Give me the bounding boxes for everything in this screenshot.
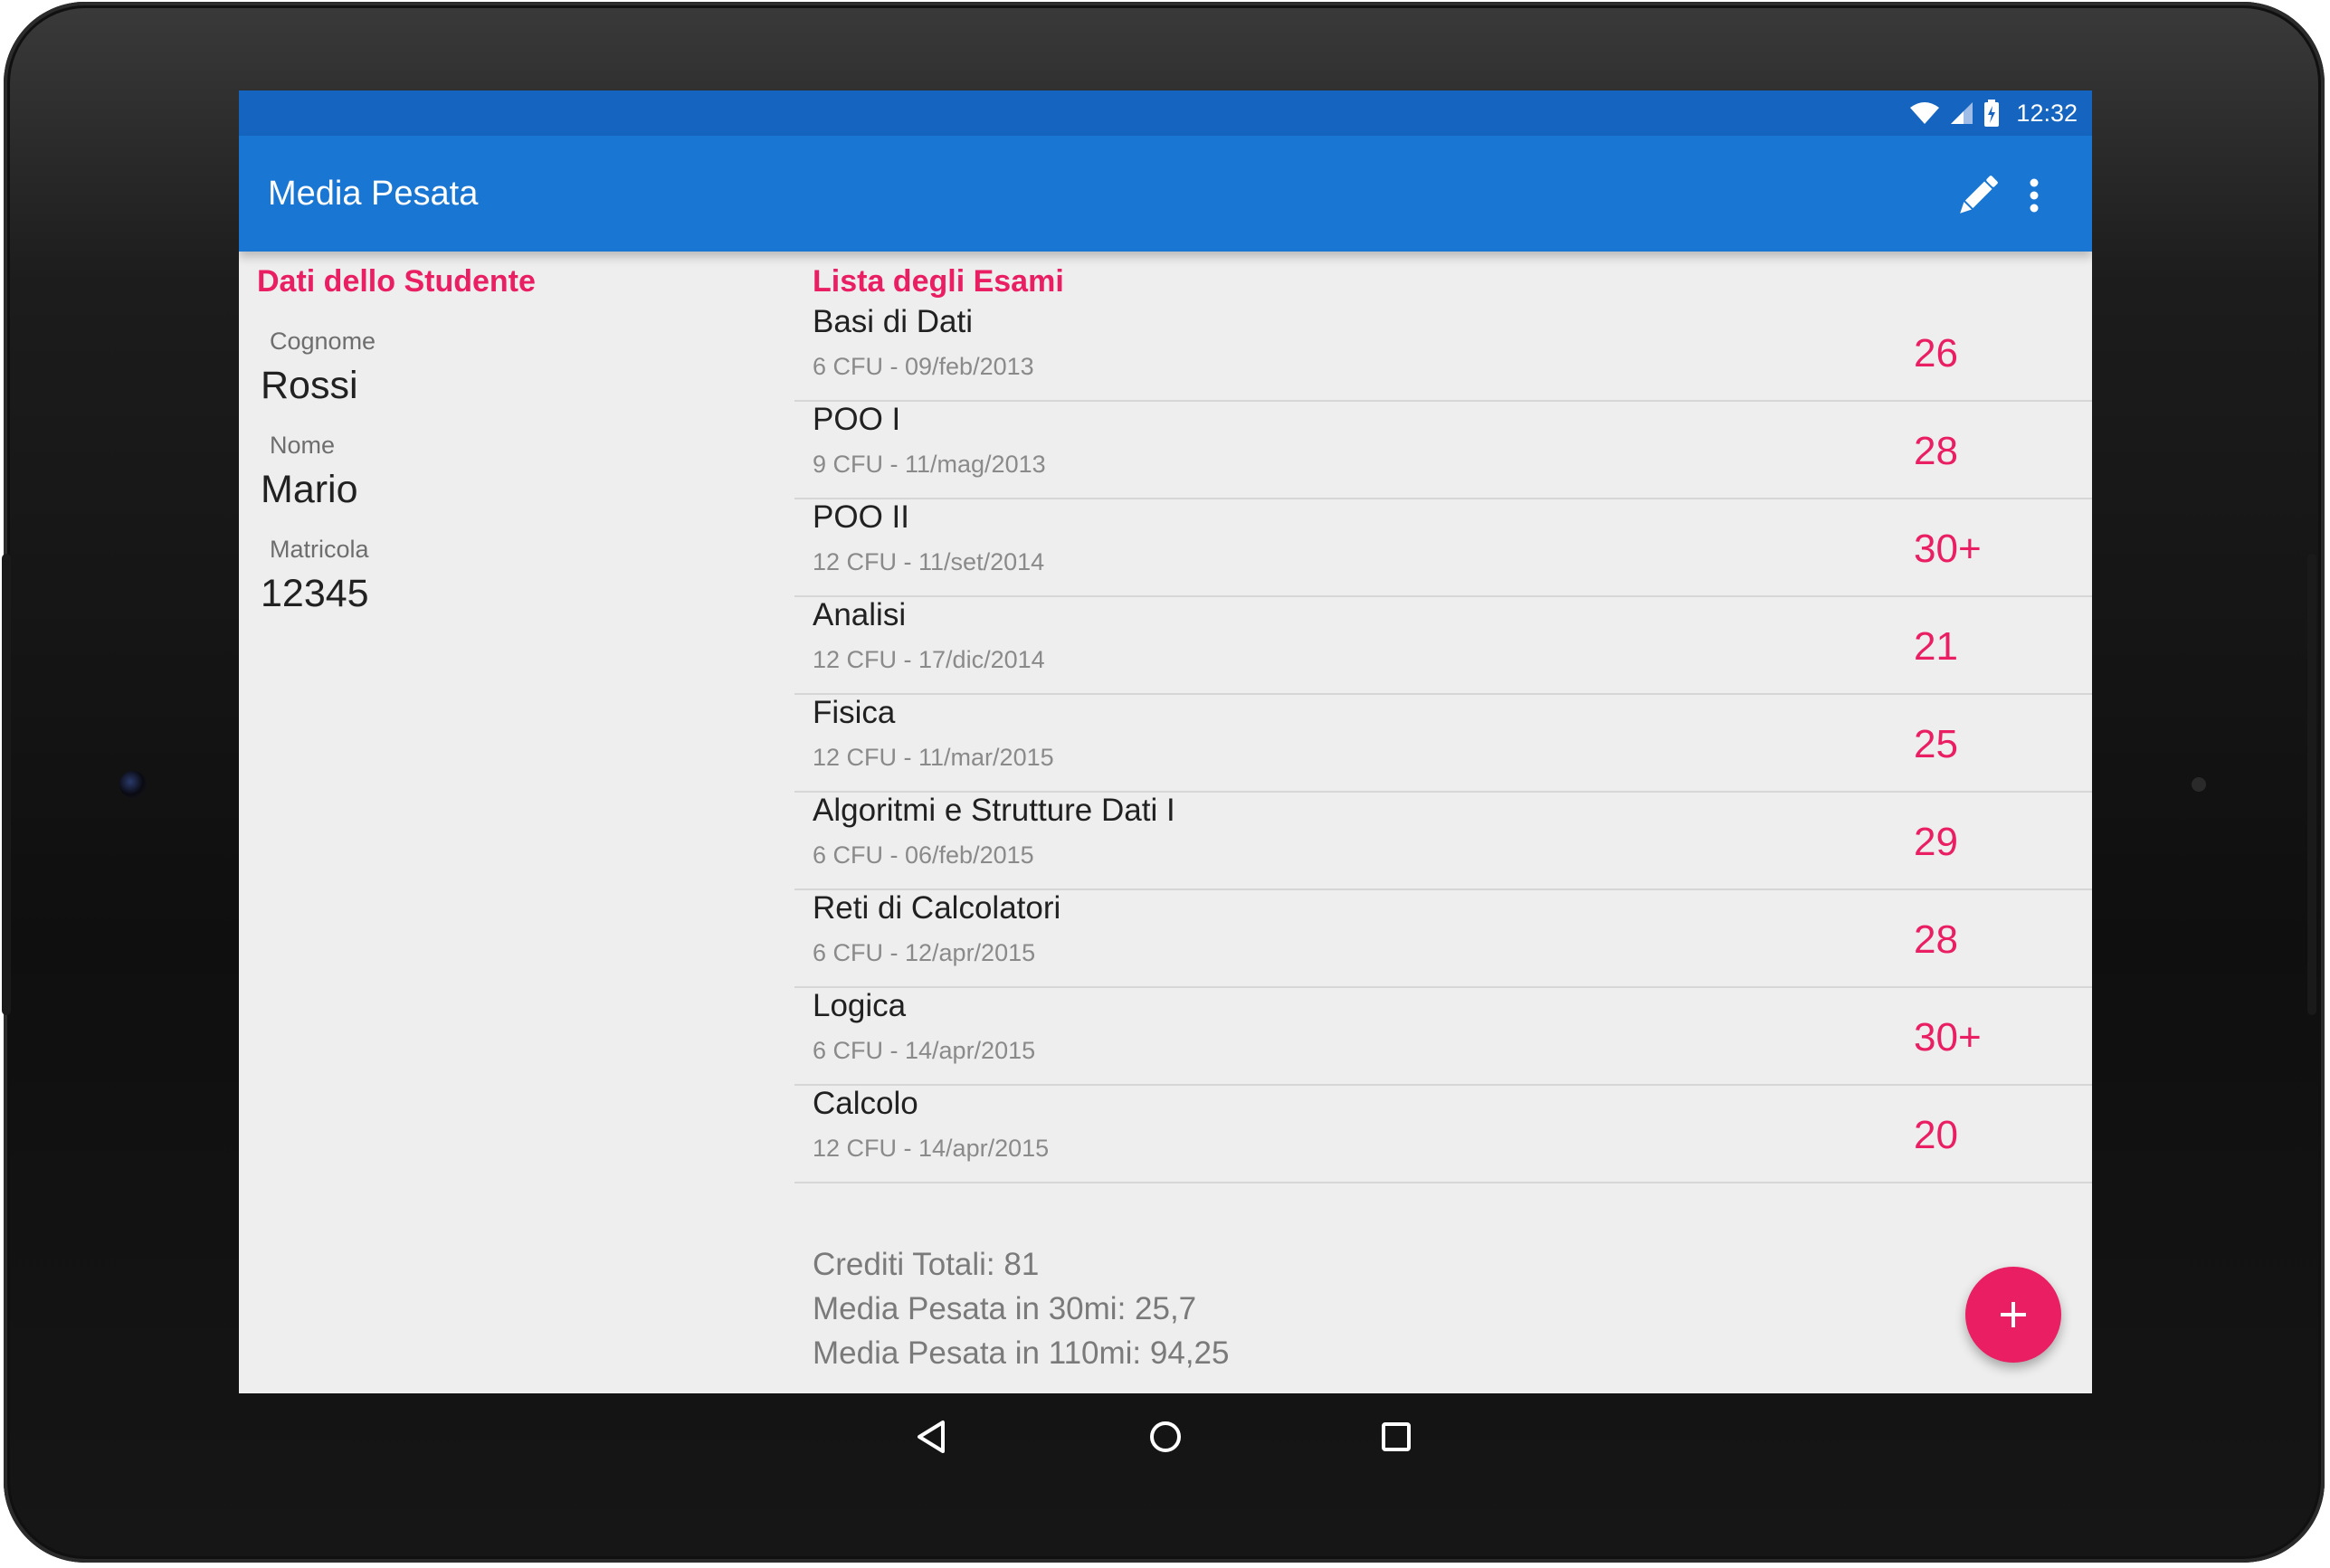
battery-charging-icon <box>1984 100 2000 127</box>
exam-name: Algoritmi e Strutture Dati I <box>813 793 1175 828</box>
exam-name: POO I <box>813 402 901 437</box>
exam-name: Calcolo <box>813 1086 918 1121</box>
exam-name: Analisi <box>813 597 907 632</box>
edit-pencil-icon[interactable] <box>1951 168 2005 223</box>
exam-name: POO II <box>813 499 909 535</box>
app-bar: Media Pesata <box>239 136 2092 252</box>
exam-item[interactable]: Reti di Calcolatori 6 CFU - 12/apr/2015 … <box>794 890 2092 988</box>
exam-detail: 6 CFU - 09/feb/2013 <box>813 353 1034 380</box>
status-bar: 12:32 <box>239 90 2092 136</box>
average-30: Media Pesata in 30mi: 25,7 <box>813 1291 1197 1326</box>
exam-grade: 21 <box>1914 624 1958 669</box>
status-time: 12:32 <box>2016 99 2078 127</box>
exam-name: Reti di Calcolatori <box>813 890 1061 926</box>
exam-grade: 28 <box>1914 429 1958 473</box>
volume-button <box>2 554 11 1015</box>
surname-value[interactable]: Rossi <box>261 364 358 408</box>
exam-detail: 12 CFU - 11/set/2014 <box>813 548 1045 575</box>
exam-list: Basi di Dati 6 CFU - 09/feb/2013 26 POO … <box>794 304 2092 1183</box>
plus-icon <box>2001 1302 2026 1327</box>
exam-detail: 6 CFU - 14/apr/2015 <box>813 1037 1036 1064</box>
exam-grade: 28 <box>1914 917 1958 962</box>
exam-item[interactable]: Fisica 12 CFU - 11/mar/2015 25 <box>794 695 2092 793</box>
average-110: Media Pesata in 110mi: 94,25 <box>813 1335 1230 1371</box>
id-value[interactable]: 12345 <box>261 572 369 616</box>
app-title: Media Pesata <box>268 175 479 213</box>
more-vert-icon[interactable] <box>2018 168 2050 223</box>
total-credits: Crediti Totali: 81 <box>813 1247 1040 1282</box>
exam-detail: 6 CFU - 06/feb/2015 <box>813 841 1034 869</box>
exam-grade: 29 <box>1914 820 1958 864</box>
exam-grade: 30+ <box>1914 1015 1982 1060</box>
exam-item[interactable]: Basi di Dati 6 CFU - 09/feb/2013 26 <box>794 304 2092 402</box>
home-icon[interactable] <box>1138 1410 1193 1464</box>
recents-icon[interactable] <box>1369 1410 1423 1464</box>
add-exam-button[interactable] <box>1965 1267 2061 1363</box>
exam-grade: 26 <box>1914 331 1958 375</box>
exam-name: Fisica <box>813 695 896 730</box>
name-value[interactable]: Mario <box>261 468 358 512</box>
light-sensor <box>2192 777 2206 792</box>
exam-item[interactable]: Logica 6 CFU - 14/apr/2015 30+ <box>794 988 2092 1086</box>
surname-label: Cognome <box>270 328 376 355</box>
app-screen: 12:32 Media Pesata Dati dello Studente C… <box>239 90 2092 1393</box>
back-icon[interactable] <box>907 1410 961 1464</box>
name-label: Nome <box>270 432 336 459</box>
exam-item[interactable]: POO I 9 CFU - 11/mag/2013 28 <box>794 402 2092 499</box>
wifi-icon <box>1910 102 1940 124</box>
exam-detail: 6 CFU - 12/apr/2015 <box>813 939 1036 966</box>
exam-detail: 9 CFU - 11/mag/2013 <box>813 451 1046 478</box>
nav-bar <box>239 1393 2092 1480</box>
exam-grade: 25 <box>1914 722 1958 766</box>
exam-item[interactable]: Algoritmi e Strutture Dati I 6 CFU - 06/… <box>794 793 2092 890</box>
exam-grade: 20 <box>1914 1113 1958 1157</box>
exam-detail: 12 CFU - 17/dic/2014 <box>813 646 1045 673</box>
exams-section-title: Lista degli Esami <box>813 264 1064 299</box>
exam-item[interactable]: Calcolo 12 CFU - 14/apr/2015 20 <box>794 1086 2092 1183</box>
exam-item[interactable]: POO II 12 CFU - 11/set/2014 30+ <box>794 499 2092 597</box>
side-button-right <box>2307 554 2316 1015</box>
exam-name: Basi di Dati <box>813 304 974 339</box>
front-camera <box>119 771 147 798</box>
student-section-title: Dati dello Studente <box>257 264 536 299</box>
exam-name: Logica <box>813 988 907 1023</box>
id-label: Matricola <box>270 536 369 563</box>
signal-icon <box>1951 102 1973 124</box>
exam-item[interactable]: Analisi 12 CFU - 17/dic/2014 21 <box>794 597 2092 695</box>
exam-detail: 12 CFU - 11/mar/2015 <box>813 744 1054 771</box>
exam-grade: 30+ <box>1914 527 1982 571</box>
exam-detail: 12 CFU - 14/apr/2015 <box>813 1135 1050 1162</box>
